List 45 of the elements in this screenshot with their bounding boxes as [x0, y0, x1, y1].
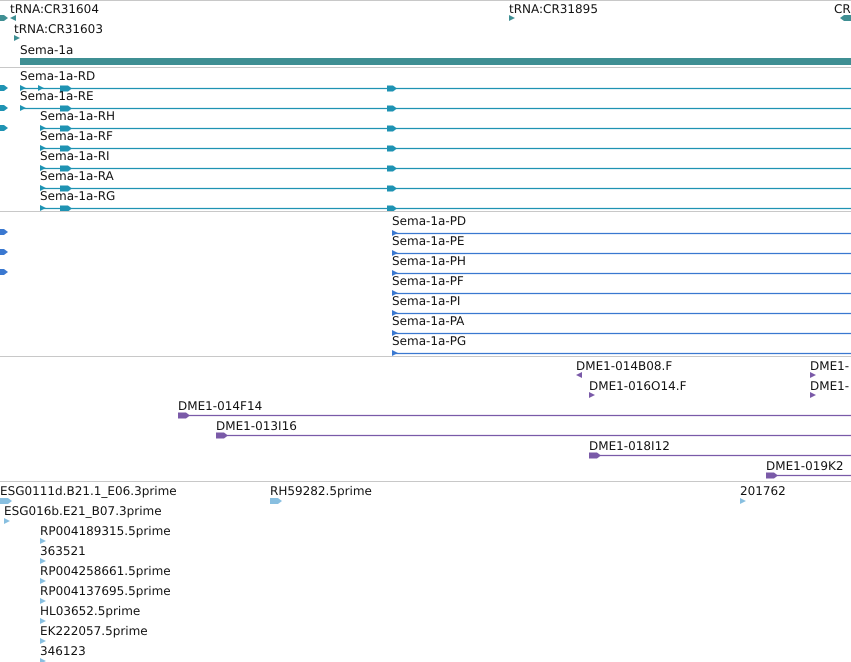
feature-arrow-icon — [0, 85, 8, 91]
feature-label[interactable]: EK222057.5prime — [40, 624, 148, 638]
feature-label[interactable]: Sema-1a-RD — [20, 69, 96, 83]
feature-label[interactable]: Sema-1a-RE — [20, 89, 94, 103]
feature-label[interactable]: Sema-1a-PI — [392, 294, 460, 308]
feature-label[interactable]: 346123 — [40, 644, 86, 658]
feature-label[interactable]: DME1- — [810, 359, 850, 373]
feature-label[interactable]: DME1-018I12 — [589, 439, 670, 453]
feature-label[interactable]: tRNA:CR31603 — [14, 22, 103, 36]
feature-label[interactable]: Sema-1a-PD — [392, 214, 466, 228]
feature-label[interactable]: ESG0111d.B21.1_E06.3prime — [0, 484, 177, 498]
feature-label[interactable]: Sema-1a-RH — [40, 109, 116, 123]
feature-label[interactable]: RH59282.5prime — [270, 484, 372, 498]
feature-label[interactable]: ESG016b.E21_B07.3prime — [4, 504, 162, 518]
feature-label[interactable]: Sema-1a-PG — [392, 334, 466, 348]
feature-label[interactable]: CR — [834, 2, 851, 16]
feature-arrow-icon — [0, 15, 8, 21]
feature-label[interactable]: RP004258661.5prime — [40, 564, 171, 578]
feature-label[interactable]: Sema-1a-PH — [392, 254, 466, 268]
feature-arrow-icon — [0, 229, 8, 235]
feature-label[interactable]: DME1-016O14.F — [589, 379, 686, 393]
feature-label[interactable]: DME1-014F14 — [178, 399, 262, 413]
feature-label[interactable]: DME1-014B08.F — [576, 359, 672, 373]
feature-label[interactable]: Sema-1a-RF — [40, 129, 113, 143]
feature-label[interactable]: Sema-1a-PA — [392, 314, 464, 328]
feature-label[interactable]: RP004137695.5prime — [40, 584, 171, 598]
feature-label[interactable]: Sema-1a-RI — [40, 149, 110, 163]
feature-label[interactable]: DME1- — [810, 379, 850, 393]
feature-arrow-icon — [0, 105, 8, 111]
feature-arrow-icon — [0, 249, 8, 255]
feature-label[interactable]: Sema-1a-RA — [40, 169, 114, 183]
feature-label[interactable]: RP004189315.5prime — [40, 524, 171, 538]
feature-label[interactable]: 363521 — [40, 544, 86, 558]
feature-arrow-icon — [0, 269, 8, 275]
feature-arrow-icon — [0, 125, 8, 131]
feature-label[interactable]: HL03652.5prime — [40, 604, 140, 618]
feature-label[interactable]: DME1-013I16 — [216, 419, 297, 433]
feature-label[interactable]: DME1-019K2 — [766, 459, 844, 473]
feature-label[interactable]: tRNA:CR31895 — [509, 2, 598, 16]
feature-label[interactable]: Sema-1a-PE — [392, 234, 465, 248]
feature-label[interactable]: Sema-1a-RG — [40, 189, 116, 203]
feature-label[interactable]: Sema-1a — [20, 43, 74, 57]
feature-label[interactable]: 201762 — [740, 484, 786, 498]
feature-label[interactable]: tRNA:CR31604 — [10, 2, 99, 16]
feature-label[interactable]: Sema-1a-PF — [392, 274, 464, 288]
